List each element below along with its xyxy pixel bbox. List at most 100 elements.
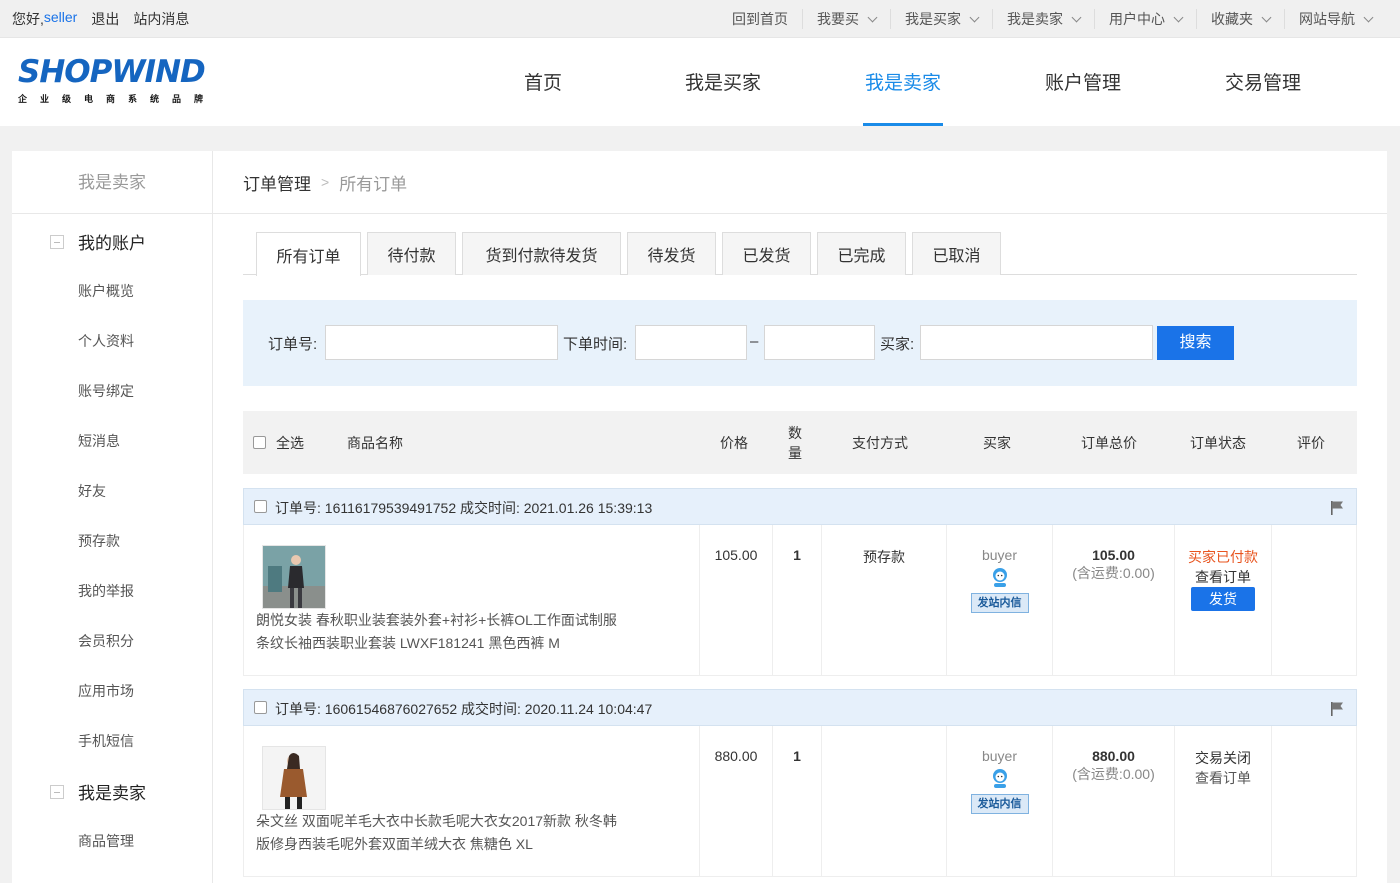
tab-cod-pending-shipment[interactable]: 货到付款待发货 <box>462 232 621 275</box>
sidebar-item-sms[interactable]: 手机短信 <box>78 731 134 751</box>
tab-completed[interactable]: 已完成 <box>817 232 906 275</box>
order-number-time: 订单号: 16116179539491752 成交时间: 2021.01.26 … <box>275 500 653 516</box>
order-time-end-input[interactable] <box>764 325 875 360</box>
chevron-down-icon <box>1363 12 1374 22</box>
product-thumbnail[interactable] <box>262 545 326 609</box>
order-checkbox[interactable] <box>254 500 267 513</box>
top-link-site-nav[interactable]: 网站导航 <box>1284 9 1386 29</box>
sidebar-item-account-overview[interactable]: 账户概览 <box>78 281 134 301</box>
nav-home[interactable]: 首页 <box>453 38 633 126</box>
select-all-checkbox[interactable] <box>253 436 266 449</box>
order-tabs: 所有订单 待付款 货到付款待发货 待发货 已发货 已完成 已取消 <box>243 232 1357 276</box>
tab-shipped[interactable]: 已发货 <box>722 232 811 275</box>
top-link-favorites[interactable]: 收藏夹 <box>1196 9 1284 29</box>
order-qty: 1 <box>772 525 821 676</box>
buyer-label: 买家: <box>880 336 915 353</box>
send-message-button[interactable]: 发站内信 <box>970 794 1029 814</box>
top-link-buy[interactable]: 我要买 <box>802 9 890 29</box>
order-checkbox[interactable] <box>254 701 267 714</box>
buyer-input[interactable] <box>920 325 1153 360</box>
messages-link[interactable]: 站内消息 <box>133 9 189 29</box>
tab-all-orders[interactable]: 所有订单 <box>256 232 361 276</box>
sidebar-item-profile[interactable]: 个人资料 <box>78 331 134 351</box>
user-avatar-icon <box>992 769 1007 788</box>
table-header: 全选 商品名称 价格 数 量 支付方式 买家 订单总价 订单状态 评价 <box>243 411 1357 474</box>
tab-cancelled[interactable]: 已取消 <box>912 232 1001 275</box>
sidebar-item-app-market[interactable]: 应用市场 <box>78 681 134 701</box>
chevron-down-icon <box>1173 12 1184 22</box>
order-qty: 1 <box>772 726 821 877</box>
nav-account[interactable]: 账户管理 <box>993 38 1173 126</box>
top-link-label: 用户中心 <box>1109 11 1165 27</box>
logo-wordmark: SHOPWIND <box>18 54 206 90</box>
sidebar-item-deposit[interactable]: 预存款 <box>78 531 120 551</box>
sidebar-group-label: 我的账户 <box>78 234 146 253</box>
order-no-input[interactable] <box>325 325 558 360</box>
order-buyer-cell: buyer 发站内信 <box>946 726 1052 877</box>
search-button[interactable]: 搜索 <box>1157 326 1234 360</box>
product-name[interactable]: 朵文丝 双面呢羊毛大衣中长款毛呢大衣女2017新款 秋冬韩版修身西装毛呢外套双面… <box>256 810 626 856</box>
view-order-link[interactable]: 查看订单 <box>1175 768 1271 788</box>
breadcrumb-section[interactable]: 订单管理 <box>243 170 311 195</box>
breadcrumb: 订单管理 > 所有订单 <box>213 151 1387 214</box>
order-time-label: 下单时间: <box>563 336 628 353</box>
top-link-user-center[interactable]: 用户中心 <box>1094 9 1196 29</box>
buyer-name[interactable]: buyer <box>947 748 1052 764</box>
col-total: 订单总价 <box>1081 435 1137 451</box>
top-link-home[interactable]: 回到首页 <box>718 9 802 29</box>
order-number-time: 订单号: 16061546876027652 成交时间: 2020.11.24 … <box>275 701 653 717</box>
main-nav: 首页 我是买家 我是卖家 账户管理 交易管理 <box>453 38 1353 126</box>
col-product: 商品名称 <box>347 435 403 451</box>
nav-seller[interactable]: 我是卖家 <box>813 38 993 126</box>
col-qty-1: 数 <box>788 425 802 441</box>
order-header: 订单号: 16061546876027652 成交时间: 2020.11.24 … <box>243 689 1357 726</box>
greeting: 您好, <box>12 11 44 27</box>
order-header: 订单号: 16116179539491752 成交时间: 2021.01.26 … <box>243 488 1357 525</box>
sidebar-item-account-binding[interactable]: 账号绑定 <box>78 381 134 401</box>
nav-buyer[interactable]: 我是买家 <box>633 38 813 126</box>
sidebar-item-product-management[interactable]: 商品管理 <box>78 831 134 851</box>
nav-trade[interactable]: 交易管理 <box>1173 38 1353 126</box>
col-payment: 支付方式 <box>852 435 908 451</box>
top-link-buyer[interactable]: 我是买家 <box>890 9 992 29</box>
order-total: 880.00 <box>1092 748 1135 764</box>
order-total-cell: 105.00 (含运费:0.00) <box>1052 525 1174 676</box>
chevron-down-icon <box>969 12 980 22</box>
buyer-name[interactable]: buyer <box>947 547 1052 563</box>
site-logo[interactable]: SHOPWIND 企业级电商系统品牌 <box>18 54 233 106</box>
top-link-label: 网站导航 <box>1299 11 1355 27</box>
content-panel: 我是卖家 我的账户 账户概览 个人资料 账号绑定 短消息 好友 预存款 我的举报… <box>12 151 1387 883</box>
order-time-start-input[interactable] <box>635 325 747 360</box>
chevron-down-icon <box>1261 12 1272 22</box>
sidebar-item-friends[interactable]: 好友 <box>78 481 106 501</box>
order-shipping: (含运费:0.00) <box>1072 565 1155 581</box>
order-status-cell: 买家已付款 查看订单 发货 <box>1174 525 1271 676</box>
top-link-seller[interactable]: 我是卖家 <box>992 9 1094 29</box>
flag-icon[interactable] <box>1330 500 1344 515</box>
sidebar: 我是卖家 我的账户 账户概览 个人资料 账号绑定 短消息 好友 预存款 我的举报… <box>12 151 213 883</box>
breadcrumb-current: 所有订单 <box>339 174 408 194</box>
tab-pending-payment[interactable]: 待付款 <box>367 232 456 275</box>
date-range-dash: – <box>750 333 759 350</box>
order-payment <box>821 726 946 877</box>
send-message-button[interactable]: 发站内信 <box>970 593 1029 613</box>
sidebar-group-my-account[interactable]: 我的账户 <box>50 229 146 254</box>
username-link[interactable]: seller <box>44 9 77 29</box>
product-thumbnail[interactable] <box>262 746 326 810</box>
tab-pending-shipment[interactable]: 待发货 <box>627 232 716 275</box>
logout-link[interactable]: 退出 <box>91 9 119 29</box>
view-order-link[interactable]: 查看订单 <box>1175 567 1271 587</box>
order-price: 105.00 <box>699 525 772 676</box>
sidebar-item-my-reports[interactable]: 我的举报 <box>78 581 134 601</box>
sidebar-item-member-points[interactable]: 会员积分 <box>78 631 134 651</box>
ship-button[interactable]: 发货 <box>1191 587 1255 611</box>
sidebar-title: 我是卖家 <box>12 151 212 214</box>
logo-slogan: 企业级电商系统品牌 <box>18 94 217 104</box>
product-name[interactable]: 朗悦女装 春秋职业装套装外套+衬衫+长裤OL工作面试制服条纹长袖西装职业套装 L… <box>256 609 626 655</box>
site-header: SHOPWIND 企业级电商系统品牌 首页 我是买家 我是卖家 账户管理 交易管… <box>0 38 1400 126</box>
flag-icon[interactable] <box>1330 701 1344 716</box>
sidebar-group-seller[interactable]: 我是卖家 <box>50 779 146 804</box>
sidebar-item-short-messages[interactable]: 短消息 <box>78 431 120 451</box>
order-price: 880.00 <box>699 726 772 877</box>
chevron-down-icon <box>867 12 878 22</box>
